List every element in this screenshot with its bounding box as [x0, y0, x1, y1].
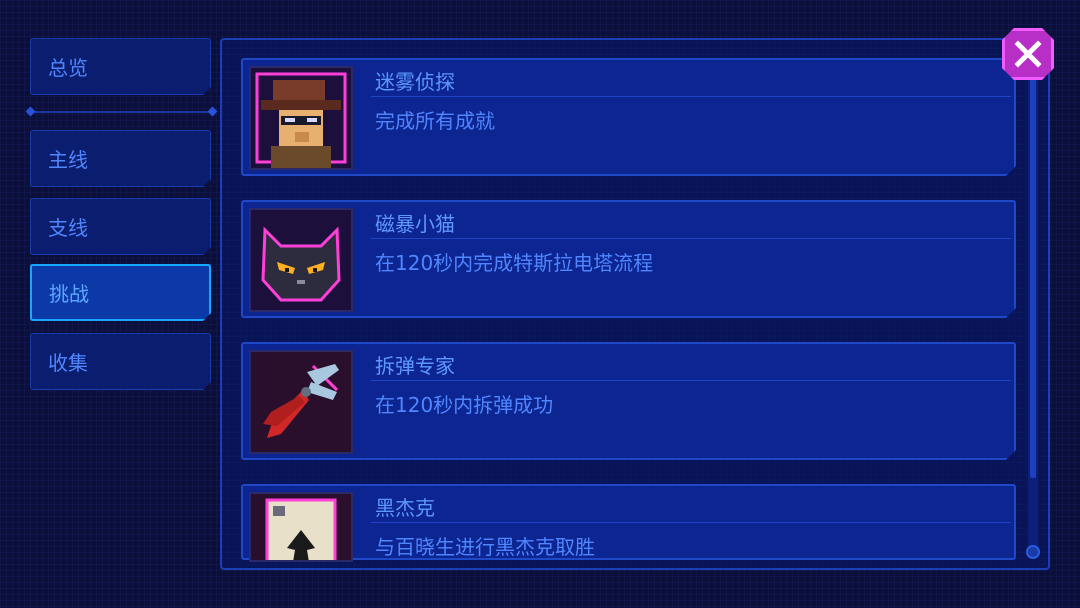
scroll-end-indicator [1026, 545, 1040, 559]
scrollbar-thumb[interactable] [1030, 58, 1036, 478]
tab-challenge[interactable]: 挑战 [30, 264, 211, 321]
pliers-icon [249, 350, 353, 454]
tab-collection[interactable]: 收集 [30, 333, 211, 390]
detective-icon [249, 66, 353, 170]
card-divider [371, 522, 1011, 523]
achievement-card[interactable]: 拆弹专家 在120秒内拆弹成功 [241, 342, 1016, 460]
tab-overview[interactable]: 总览 [30, 38, 211, 95]
achievement-description: 完成所有成就 [375, 109, 495, 133]
achievement-description: 在120秒内拆弹成功 [375, 393, 554, 417]
playing-card-icon [249, 492, 353, 562]
black-cat-icon [249, 208, 353, 312]
sidebar-divider [30, 111, 213, 113]
card-divider [371, 96, 1011, 97]
achievement-title: 拆弹专家 [375, 354, 455, 378]
achievement-description: 在120秒内完成特斯拉电塔流程 [375, 251, 654, 275]
achievement-description: 与百晓生进行黑杰克取胜 [375, 535, 595, 559]
tab-main-quest-label: 主线 [48, 148, 88, 172]
achievement-title: 黑杰克 [375, 496, 435, 520]
tab-side-quest-label: 支线 [48, 216, 88, 240]
achievement-title: 磁暴小猫 [375, 212, 455, 236]
tab-main-quest[interactable]: 主线 [30, 130, 211, 187]
achievement-title: 迷雾侦探 [375, 70, 455, 94]
tab-collection-label: 收集 [48, 351, 88, 375]
achievement-card[interactable]: 磁暴小猫 在120秒内完成特斯拉电塔流程 [241, 200, 1016, 318]
achievement-card[interactable]: 黑杰克 与百晓生进行黑杰克取胜 [241, 484, 1016, 562]
card-divider [371, 238, 1011, 239]
close-icon [1013, 39, 1043, 69]
close-button[interactable] [1002, 28, 1054, 80]
card-divider [371, 380, 1011, 381]
tab-side-quest[interactable]: 支线 [30, 198, 211, 255]
achievements-screen: 总览 主线 支线 挑战 收集 迷雾侦探 完成所有成就 磁暴小猫 在120秒内完成… [0, 0, 1080, 608]
tab-challenge-label: 挑战 [49, 282, 89, 306]
tab-overview-label: 总览 [48, 56, 88, 80]
achievement-card[interactable]: 迷雾侦探 完成所有成就 [241, 58, 1016, 176]
